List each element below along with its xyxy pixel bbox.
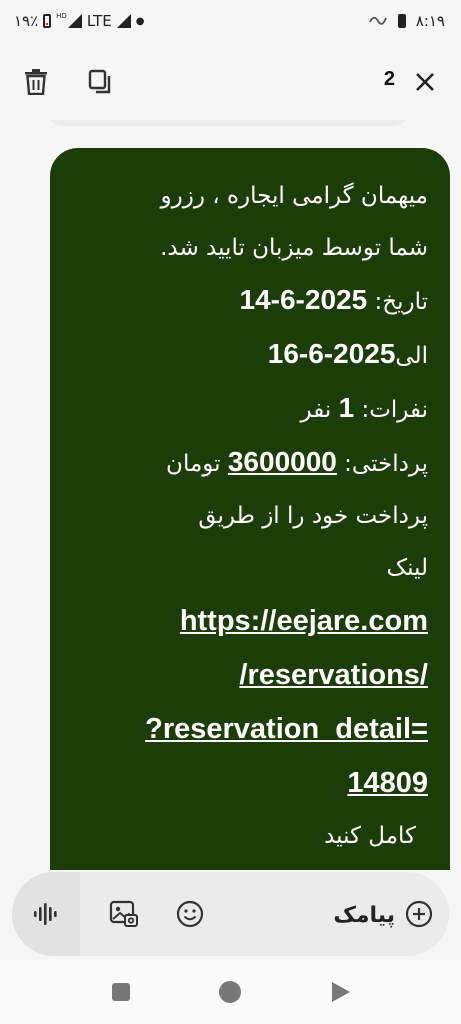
date-label: تاریخ: (367, 289, 428, 315)
reservation-link-part-2[interactable]: /reservations/ (72, 648, 428, 702)
triangle-icon (332, 982, 350, 1002)
compose-bar (12, 872, 449, 956)
home-button[interactable] (216, 978, 244, 1006)
message-bubble[interactable]: میهمان گرامی ایجاره ، رزرو شما توسط میزب… (50, 148, 450, 870)
previous-message-bubble[interactable] (48, 120, 408, 126)
hd-badge: HD (56, 12, 67, 20)
close-icon (416, 73, 434, 91)
close-selection-button[interactable] (407, 64, 443, 100)
circle-icon (219, 981, 241, 1003)
app-notification-icon (368, 12, 388, 30)
recents-button[interactable] (107, 978, 135, 1006)
plus-circle-icon (405, 900, 433, 928)
back-button[interactable] (326, 978, 354, 1006)
battery-status-icon (397, 14, 406, 28)
gallery-button[interactable] (104, 894, 144, 934)
notification-dot-icon: ● (135, 15, 145, 27)
emoji-icon (176, 900, 204, 928)
message-pay-line: پرداخت خود را از طریق (198, 503, 428, 529)
guests-unit: نفر (300, 397, 339, 423)
reservation-link-part-1[interactable]: https://eejare.com (72, 594, 428, 648)
message-line-1: میهمان گرامی ایجاره ، رزرو (160, 183, 428, 209)
status-bar: ۱۹٪ HD LTE ● ۸:۱۹ (0, 0, 461, 46)
system-nav-bar (0, 960, 461, 1024)
copy-button[interactable] (82, 64, 118, 100)
message-date-to-line: الی16-6-2025 (72, 328, 428, 382)
square-icon (112, 983, 130, 1001)
voice-wave-icon (34, 903, 57, 925)
signal-icon: HD (56, 12, 82, 28)
network-type: LTE (86, 12, 112, 30)
battery-icon (43, 14, 52, 28)
message-link-label: لینک (386, 555, 428, 581)
payment-amount[interactable]: 3600000 (228, 436, 337, 488)
message-payment-line: پرداختی: 3600000 تومان (72, 436, 428, 490)
voice-button[interactable] (12, 872, 80, 956)
attach-button[interactable] (399, 894, 439, 934)
selected-count: 2 (383, 68, 395, 90)
clock: ۸:۱۹ (415, 12, 445, 30)
reservation-link-part-3[interactable]: ?reservation_detail= (72, 702, 428, 756)
payment-label: پرداختی: (336, 451, 428, 477)
emoji-button[interactable] (170, 894, 210, 934)
currency-label: تومان (166, 451, 228, 477)
message-list[interactable]: میهمان گرامی ایجاره ، رزرو شما توسط میزب… (0, 120, 461, 870)
status-right: ۸:۱۹ (368, 12, 445, 30)
delete-button[interactable] (18, 64, 54, 100)
to-label: الی (395, 343, 428, 369)
status-left: ۱۹٪ HD LTE ● (14, 12, 145, 30)
guests-label: نفرات: (354, 397, 428, 423)
message-complete-line: کامل کنید (324, 823, 416, 849)
date-to: 16-6-2025 (267, 338, 396, 369)
copy-icon (88, 69, 111, 94)
battery-percent: ۱۹٪ (14, 12, 39, 30)
trash-icon (25, 69, 47, 95)
reservation-link-part-4[interactable]: 14809 (72, 756, 428, 810)
guests-count: 1 (338, 392, 355, 423)
gallery-icon (109, 900, 138, 927)
message-guests-line: نفرات: 1 نفر (72, 382, 428, 436)
message-input[interactable] (213, 894, 397, 936)
selection-toolbar: 2 (0, 46, 461, 120)
date-from: 14-6-2025 (239, 284, 368, 315)
message-date-line: تاریخ: 14-6-2025 (72, 274, 428, 328)
message-line-2: شما توسط میزبان تایید شد. (160, 235, 428, 261)
signal-strength-icon (116, 14, 131, 28)
